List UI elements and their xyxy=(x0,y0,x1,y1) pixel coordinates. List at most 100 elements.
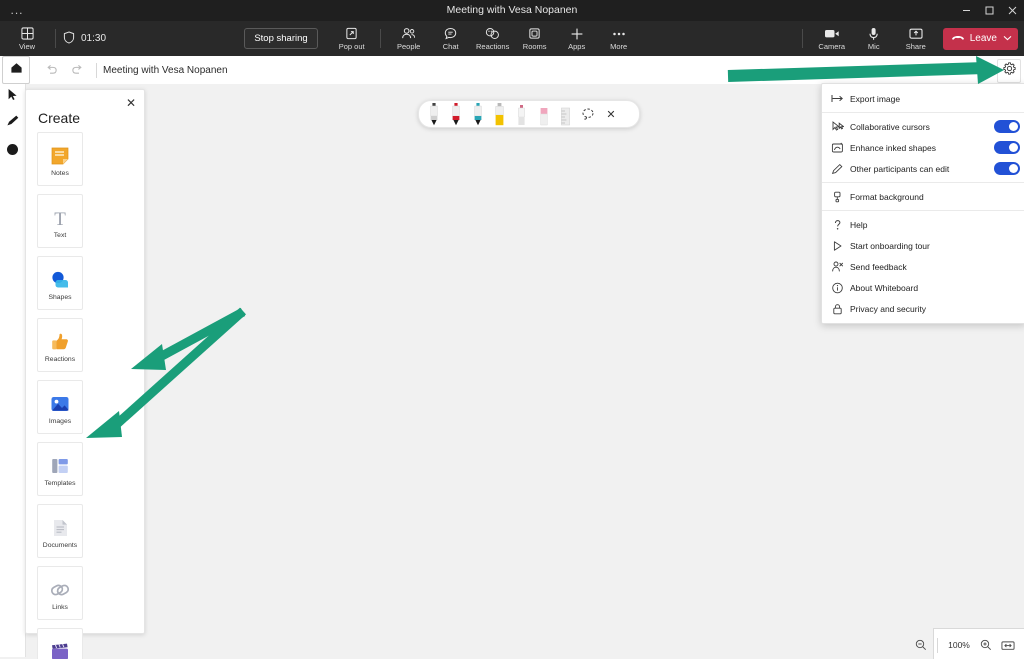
chat-icon xyxy=(444,26,457,41)
chevron-down-icon[interactable] xyxy=(1003,33,1012,44)
create-item-templates[interactable]: Templates xyxy=(37,442,83,496)
zoom-in-button[interactable] xyxy=(976,635,996,655)
more-label: More xyxy=(610,42,627,51)
create-item-reactions[interactable]: Reactions xyxy=(37,318,83,372)
share-icon xyxy=(909,26,923,41)
create-item-shapes[interactable]: Shapes xyxy=(37,256,83,310)
create-item-label: Reactions xyxy=(45,356,75,363)
ink-color-swatch[interactable] xyxy=(0,136,25,162)
whiteboard-title: Meeting with Vesa Nopanen xyxy=(103,65,228,76)
pen-icon xyxy=(6,114,20,132)
camera-icon xyxy=(824,26,840,41)
red-pen-tool[interactable] xyxy=(445,102,466,126)
share-button[interactable]: Share xyxy=(895,21,937,56)
people-icon xyxy=(401,26,416,41)
zoom-out-button[interactable] xyxy=(911,635,931,655)
apps-button[interactable]: Apps xyxy=(556,21,598,56)
zoom-level-value[interactable]: 100% xyxy=(944,640,974,650)
close-pen-toolbar-button[interactable]: ✕ xyxy=(600,102,622,126)
lock-icon xyxy=(830,301,845,316)
pop-out-button[interactable]: Pop out xyxy=(331,21,373,56)
create-item-label: Text xyxy=(54,232,66,239)
chat-label: Chat xyxy=(443,42,459,51)
create-item-links[interactable]: Links xyxy=(37,566,83,620)
menu-item-start-onboarding-tour[interactable]: Start onboarding tour xyxy=(822,235,1024,256)
menu-item-help[interactable]: Help xyxy=(822,214,1024,235)
zoom-controls: 100% xyxy=(911,633,1018,657)
video-clapperboard-icon xyxy=(49,637,71,659)
create-item-notes[interactable]: Notes xyxy=(37,132,83,186)
settings-gear-button[interactable] xyxy=(997,59,1021,83)
home-button[interactable] xyxy=(2,56,30,84)
menu-item-label: Other participants can edit xyxy=(850,164,949,174)
reactions-button[interactable]: Reactions xyxy=(472,21,514,56)
pen-tool[interactable] xyxy=(0,110,25,136)
pen-toolbar: ✕ xyxy=(418,100,640,128)
ruler-tool[interactable] xyxy=(555,102,576,126)
create-item-images[interactable]: Images xyxy=(37,380,83,434)
redo-button[interactable] xyxy=(64,57,90,83)
leave-button[interactable]: Leave xyxy=(943,28,1018,50)
other-participants-can-edit-toggle[interactable] xyxy=(994,162,1020,175)
create-item-text[interactable]: T Text xyxy=(37,194,83,248)
menu-item-label: Help xyxy=(850,220,867,230)
teal-pen-tool[interactable] xyxy=(467,102,488,126)
settings-menu: Export image Collaborative cursors Enhan… xyxy=(821,83,1024,324)
menu-item-collaborative-cursors[interactable]: Collaborative cursors xyxy=(822,116,1024,137)
teams-whiteboard-window: ... Meeting with Vesa Nopanen View xyxy=(0,0,1024,659)
black-pen-tool[interactable] xyxy=(423,102,444,126)
minimize-icon[interactable] xyxy=(955,0,978,21)
create-item-label: Images xyxy=(49,418,71,425)
create-item-videos[interactable]: Videos xyxy=(37,628,83,659)
pop-out-label: Pop out xyxy=(339,42,365,51)
undo-button[interactable] xyxy=(38,57,64,83)
fit-to-screen-button[interactable] xyxy=(998,635,1018,655)
menu-divider xyxy=(822,182,1024,183)
people-button[interactable]: People xyxy=(388,21,430,56)
chat-button[interactable]: Chat xyxy=(430,21,472,56)
menu-item-export-image[interactable]: Export image xyxy=(822,88,1024,109)
more-button[interactable]: More xyxy=(598,21,640,56)
menu-item-about-whiteboard[interactable]: About Whiteboard xyxy=(822,277,1024,298)
yellow-highlighter-tool[interactable] xyxy=(489,102,510,126)
meeting-toolbar-right: Camera Mic Share Leave xyxy=(794,21,1018,56)
collaborative-cursors-toggle[interactable] xyxy=(994,120,1020,133)
mic-button[interactable]: Mic xyxy=(853,21,895,56)
maximize-icon[interactable] xyxy=(978,0,1001,21)
close-create-panel-button[interactable]: ✕ xyxy=(122,94,140,112)
filled-circle-icon xyxy=(7,144,18,155)
menu-item-label: Export image xyxy=(850,94,900,104)
create-item-label: Links xyxy=(52,604,68,611)
window-title-bar: ... Meeting with Vesa Nopanen xyxy=(0,0,1024,21)
gear-icon xyxy=(1003,62,1016,80)
menu-item-privacy-and-security[interactable]: Privacy and security xyxy=(822,298,1024,319)
lasso-select-tool[interactable] xyxy=(577,102,599,126)
menu-item-send-feedback[interactable]: Send feedback xyxy=(822,256,1024,277)
apps-icon xyxy=(570,26,584,41)
menu-item-enhance-inked-shapes[interactable]: Enhance inked shapes xyxy=(822,137,1024,158)
create-item-label: Documents xyxy=(43,542,77,549)
link-icon xyxy=(49,575,71,601)
pencil-icon xyxy=(830,161,845,176)
more-icon xyxy=(612,26,626,41)
create-item-documents[interactable]: Documents xyxy=(37,504,83,558)
rooms-button[interactable]: Rooms xyxy=(514,21,556,56)
silver-pen-tool[interactable] xyxy=(511,102,532,126)
camera-label: Camera xyxy=(818,42,845,51)
close-icon[interactable] xyxy=(1001,0,1024,21)
select-cursor-tool[interactable] xyxy=(0,84,25,110)
popout-icon xyxy=(345,26,358,41)
eraser-tool[interactable] xyxy=(533,102,554,126)
menu-item-other-participants-can-edit[interactable]: Other participants can edit xyxy=(822,158,1024,179)
play-triangle-icon xyxy=(830,238,845,253)
stop-sharing-button[interactable]: Stop sharing xyxy=(244,28,317,49)
leave-label: Leave xyxy=(970,33,997,44)
reactions-label: Reactions xyxy=(476,42,509,51)
menu-item-format-background[interactable]: Format background xyxy=(822,186,1024,207)
menu-item-label: Privacy and security xyxy=(850,304,926,314)
create-item-label: Notes xyxy=(51,170,69,177)
camera-button[interactable]: Camera xyxy=(811,21,853,56)
enhance-inked-shapes-toggle[interactable] xyxy=(994,141,1020,154)
tool-rail xyxy=(0,84,26,657)
menu-item-label: Send feedback xyxy=(850,262,907,272)
